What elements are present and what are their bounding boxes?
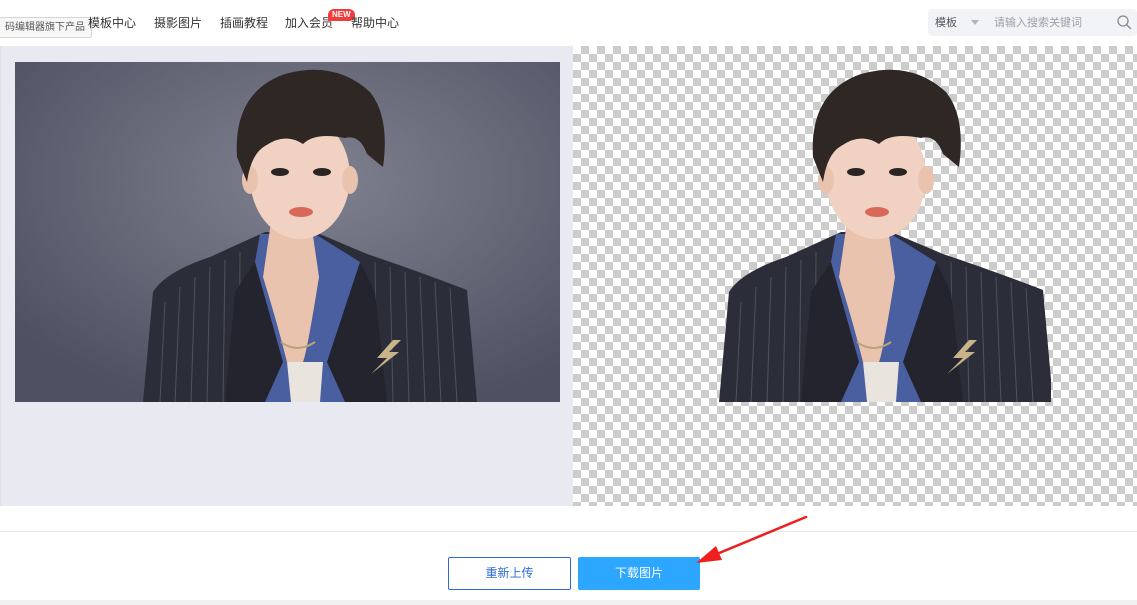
brand-tag[interactable]: 码编辑器旗下产品: [0, 17, 92, 38]
nav-item-templates[interactable]: 模板中心: [88, 14, 136, 32]
original-preview-panel: [0, 46, 573, 506]
caret-down-icon[interactable]: [971, 20, 979, 25]
nav-item-photos[interactable]: 摄影图片: [154, 14, 202, 32]
top-navigation: 码编辑器旗下产品 模板中心 摄影图片 插画教程 加入会员 NEW 帮助中心 模板: [0, 0, 1137, 46]
reupload-button[interactable]: 重新上传: [448, 557, 571, 590]
download-button[interactable]: 下载图片: [578, 557, 700, 590]
section-divider: [0, 531, 1137, 532]
search-category-select[interactable]: 模板: [935, 14, 957, 31]
search-input[interactable]: [994, 13, 1112, 32]
search-icon[interactable]: [1116, 14, 1133, 31]
original-photo: [15, 62, 560, 402]
search-bar: 模板: [928, 9, 1137, 36]
cutout-preview-panel: [573, 46, 1137, 506]
nav-item-help[interactable]: 帮助中心: [351, 14, 399, 32]
footer-strip: [0, 600, 1137, 605]
nav-item-tutorials[interactable]: 插画教程: [220, 14, 268, 32]
cutout-photo: [711, 62, 1053, 418]
nav-item-membership[interactable]: 加入会员: [285, 14, 333, 32]
